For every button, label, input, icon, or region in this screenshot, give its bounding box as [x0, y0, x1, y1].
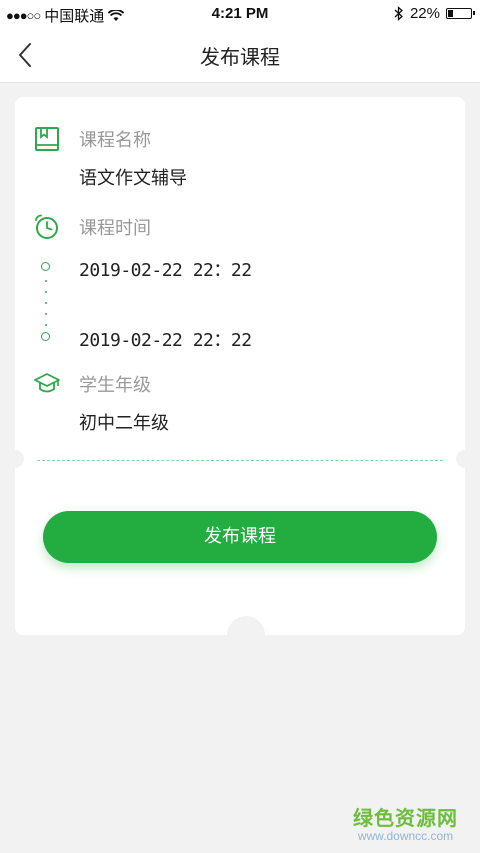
start-time-value[interactable]: 2019-02-22 22：22 [79, 256, 252, 282]
battery-icon [446, 8, 475, 19]
timeline-dot [45, 324, 47, 326]
status-right: 22% [394, 5, 475, 22]
timeline-dot [45, 280, 47, 282]
end-time-value[interactable]: 2019-02-22 22：22 [79, 326, 252, 352]
card-notch-right [456, 450, 474, 468]
publish-course-button[interactable]: 发布课程 [43, 511, 437, 563]
nav-bar: 发布课程 [0, 28, 480, 83]
timeline-dot [45, 313, 47, 315]
watermark: 绿色资源网 www.downcc.com [353, 802, 458, 843]
card-notch-left [6, 450, 24, 468]
timeline-dot [45, 291, 47, 293]
watermark-main: 绿色资源网 [353, 806, 458, 830]
page-title: 发布课程 [200, 45, 280, 69]
book-icon [35, 127, 59, 151]
alarm-clock-icon [35, 214, 58, 239]
course-card: 课程名称 语文作文辅导 课程时间 2019-02-22 22：22 2019-0… [6, 97, 474, 654]
course-name-value[interactable]: 语文作文辅导 [79, 164, 187, 190]
watermark-url: www.downcc.com [357, 829, 454, 843]
course-name-label: 课程名称 [79, 130, 151, 151]
status-bar: ●●●○○ 中国联通 4:21 PM 22% [0, 0, 480, 28]
grade-value[interactable]: 初中二年级 [79, 409, 169, 435]
card-notch-bottom [227, 616, 265, 654]
battery-fill [448, 10, 453, 17]
battery-percent: 22% [409, 5, 440, 22]
course-time-label: 课程时间 [79, 218, 151, 239]
bluetooth-icon [394, 6, 403, 21]
start-time-dot [41, 262, 50, 271]
graduation-cap-icon [34, 373, 60, 393]
timeline-dot [45, 302, 47, 304]
dashed-divider [37, 460, 443, 461]
end-time-dot [41, 332, 50, 341]
grade-label: 学生年级 [79, 375, 151, 396]
